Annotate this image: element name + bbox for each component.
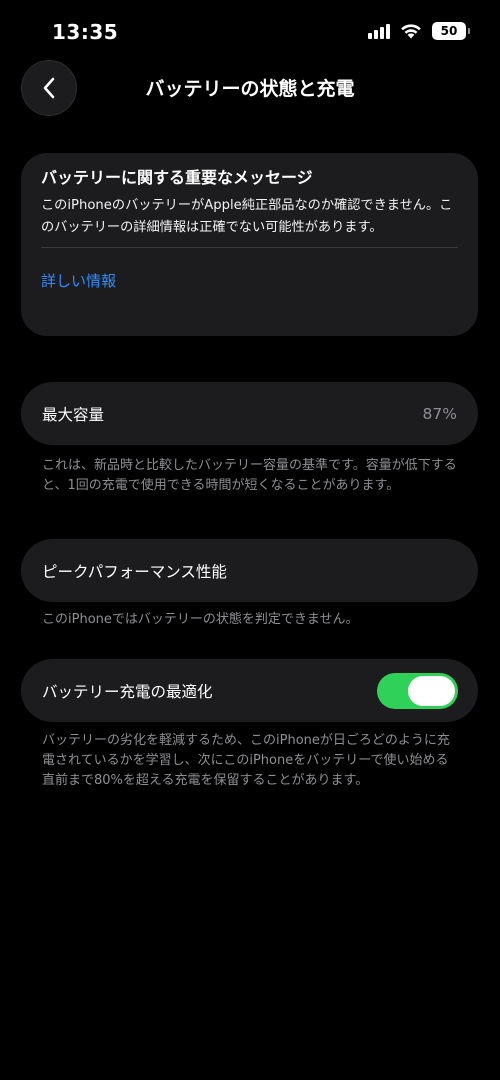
peak-performance-row[interactable]: ピークパフォーマンス性能 bbox=[21, 539, 478, 602]
max-capacity-label: 最大容量 bbox=[42, 405, 105, 424]
divider bbox=[41, 247, 458, 248]
max-capacity-value: 87% bbox=[422, 404, 457, 423]
learn-more-link[interactable]: 詳しい情報 bbox=[41, 270, 116, 291]
peak-performance-label: ピークパフォーマンス性能 bbox=[42, 562, 227, 581]
max-capacity-footnote: これは、新品時と比較したバッテリー容量の基準です。容量が低下すると、1回の充電で… bbox=[42, 458, 457, 493]
page-title: バッテリーの状態と充電 bbox=[145, 78, 355, 100]
message-body: このiPhoneのバッテリーがApple純正部品なのか確認できません。このバッテ… bbox=[41, 198, 453, 235]
battery-level: 50 bbox=[440, 24, 458, 38]
status-bar: 13:35 50 bbox=[0, 0, 500, 60]
optimized-charging-toggle[interactable] bbox=[377, 672, 458, 709]
cellular-signal-icon bbox=[368, 23, 390, 39]
wifi-icon bbox=[401, 24, 421, 39]
max-capacity-row: 最大容量 87% bbox=[21, 382, 478, 445]
optimized-charging-row: バッテリー充電の最適化 bbox=[21, 659, 478, 722]
battery-message-card: バッテリーに関する重要なメッセージ このiPhoneのバッテリーがApple純正… bbox=[21, 153, 478, 336]
message-title: バッテリーに関する重要なメッセージ bbox=[41, 168, 313, 187]
status-time: 13:35 bbox=[52, 20, 119, 44]
peak-performance-footnote: このiPhoneではバッテリーの状態を判定できません。 bbox=[42, 612, 359, 627]
battery-icon: 50 bbox=[432, 22, 470, 40]
status-icons: 50 bbox=[368, 22, 470, 40]
optimized-charging-label: バッテリー充電の最適化 bbox=[42, 682, 213, 701]
toggle-knob bbox=[408, 675, 455, 706]
optimized-charging-footnote: バッテリーの劣化を軽減するため、このiPhoneが日ごろどのように充電されている… bbox=[42, 733, 450, 788]
